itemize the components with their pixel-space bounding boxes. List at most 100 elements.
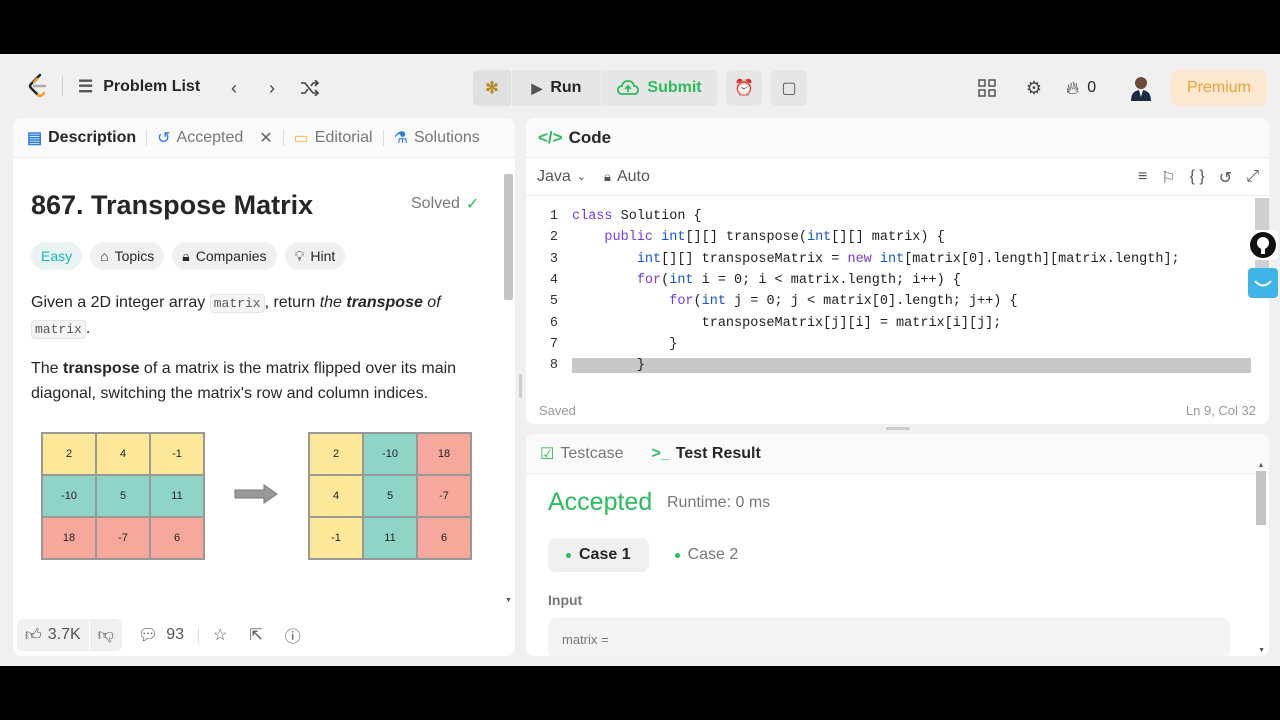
tab-divider	[282, 129, 284, 146]
chevron-right-icon: ›	[269, 77, 275, 98]
scroll-up-icon[interactable]: ▲	[1255, 462, 1267, 469]
like-count: 3.7K	[47, 626, 81, 643]
hint-chip[interactable]: 💡︎ Hint	[284, 242, 346, 270]
extension-button[interactable]	[1248, 268, 1278, 298]
leetcode-logo-icon[interactable]	[24, 72, 52, 100]
matrix-cell: 6	[417, 517, 471, 559]
desc-bold: transpose	[346, 294, 423, 311]
reset-icon[interactable]: ↺	[1219, 168, 1232, 188]
desc-text: .	[85, 320, 91, 337]
braces-icon[interactable]: { }	[1190, 168, 1205, 188]
problem-list-button[interactable]: ☰ Problem List	[78, 74, 200, 100]
settings-button[interactable]: ⚙	[1020, 74, 1048, 102]
prev-problem-button[interactable]: ‹	[220, 74, 248, 102]
line-source: for(int i = 0; i < matrix.length; i++) {	[636, 273, 961, 289]
desc-text: , return	[264, 294, 320, 311]
companies-label: Companies	[195, 248, 267, 264]
comment-icon: 💬︎	[137, 627, 159, 644]
result-tabbar: ☑ Testcase >_ Test Result	[526, 434, 1269, 474]
result-scrollbar[interactable]: ▲	[1255, 462, 1267, 640]
lightbulb-icon: 💡︎	[294, 247, 305, 264]
code-line: 1 class Solution {	[526, 206, 1269, 227]
line-source: }	[572, 358, 1251, 374]
run-submit-group: ✻ ▶ Run Submit	[473, 70, 717, 106]
companies-chip[interactable]: 🔒︎ Companies	[172, 242, 277, 270]
topics-chip[interactable]: ⌂ Topics	[90, 242, 165, 270]
tab-description[interactable]: ▤ Description	[27, 128, 136, 148]
chevron-left-icon: ‹	[231, 77, 237, 98]
desc-italic: of	[422, 294, 441, 311]
bookmark-icon[interactable]: ⚐	[1161, 168, 1175, 188]
panel-resize-handle[interactable]	[886, 427, 910, 430]
scroll-down-icon[interactable]: ▼	[1258, 647, 1265, 654]
dislike-button[interactable]: 👎︎	[88, 619, 122, 651]
avatar[interactable]	[1128, 74, 1154, 102]
input-value-box: matrix =	[548, 618, 1230, 656]
format-icon[interactable]: ≡	[1138, 168, 1147, 188]
question-circle-icon: ⓘ	[284, 629, 301, 646]
tab-solutions[interactable]: ⚗ Solutions	[394, 128, 480, 148]
next-problem-button[interactable]: ›	[258, 74, 286, 102]
random-problem-button[interactable]	[296, 74, 324, 102]
inline-code: matrix	[209, 294, 265, 313]
premium-button[interactable]: Premium	[1171, 70, 1267, 106]
code-line: 5 for(int j = 0; j < matrix[0].length; j…	[526, 291, 1269, 312]
matrix-after: 2 -10 18 4 5 -7 -1 11 6	[308, 432, 472, 560]
line-number: 1	[549, 209, 558, 225]
run-button[interactable]: ▶ Run	[511, 70, 601, 106]
code-editor[interactable]: 1 class Solution { 2 public int[][] trans…	[526, 206, 1269, 376]
case-2-tab[interactable]: Case 2	[657, 538, 757, 572]
help-button[interactable]: ⓘ	[285, 623, 301, 647]
share-button[interactable]: ⇱	[249, 625, 262, 645]
list-icon: ☰	[78, 77, 94, 96]
tab-divider	[146, 129, 148, 146]
terminal-icon: >_	[651, 444, 670, 462]
saved-status: Saved	[539, 402, 576, 418]
flask-icon: ⚗	[393, 129, 408, 147]
case-1-tab[interactable]: Case 1	[548, 538, 649, 572]
streak-counter[interactable]: 🔥︎ 0	[1066, 74, 1096, 102]
like-button[interactable]: 👍︎ 3.7K	[17, 619, 89, 651]
line-source: class Solution {	[572, 209, 702, 225]
layout-button[interactable]	[973, 74, 1001, 102]
comments-button[interactable]: 💬︎ 93	[138, 625, 184, 645]
flame-icon: 🔥︎	[1066, 77, 1080, 98]
description-paragraph: Given a 2D integer array matrix, return …	[31, 290, 491, 342]
editor-toolbar: ≡ ⚐ { } ↺ ⤢	[1138, 168, 1259, 188]
scroll-down-icon[interactable]: ▼	[505, 597, 512, 604]
share-icon: ⇱	[249, 627, 263, 644]
timer-button[interactable]: ⏰	[726, 70, 762, 106]
comment-count: 93	[166, 626, 185, 643]
runtime-label: Runtime: 0 ms	[667, 494, 771, 511]
vertical-resize-handle[interactable]	[519, 374, 522, 398]
result-panel: ☑ Testcase >_ Test Result Accepted Runtime…	[526, 434, 1269, 656]
tag-chips: Easy ⌂ Topics 🔒︎ Companies 💡︎ Hint	[31, 242, 346, 270]
matrix-cell: 18	[42, 517, 96, 559]
description-scrollbar[interactable]: ▼	[504, 174, 513, 604]
case-1-label: Case 1	[579, 546, 631, 563]
scrollbar-thumb[interactable]	[1256, 471, 1266, 525]
verdict-label: Accepted	[548, 488, 653, 516]
scrollbar-thumb[interactable]	[504, 174, 513, 300]
debug-button[interactable]: ✻	[473, 70, 511, 106]
language-select[interactable]: Java ⌄	[537, 168, 586, 186]
close-icon[interactable]: ✕	[259, 128, 272, 148]
tab-accepted[interactable]: ↺ Accepted ✕	[157, 128, 273, 148]
notes-button[interactable]: ▢	[771, 70, 807, 106]
expand-icon[interactable]: ⤢	[1246, 168, 1259, 188]
lock-icon: 🔒︎	[182, 247, 190, 264]
streak-value: 0	[1087, 79, 1097, 96]
extension-button[interactable]	[1248, 230, 1278, 260]
tab-test-result[interactable]: >_ Test Result	[651, 445, 760, 463]
tab-testcase[interactable]: ☑ Testcase	[540, 444, 623, 464]
submit-button[interactable]: Submit	[601, 70, 717, 106]
editor-status-bar: Saved Ln 9, Col 32	[526, 396, 1269, 424]
matrix-cell: -7	[96, 517, 150, 559]
tab-editorial[interactable]: ▭ Editorial	[294, 128, 373, 148]
bulb-extension-icon	[1250, 232, 1276, 258]
case-tabs: Case 1 Case 2	[548, 538, 756, 572]
favorite-button[interactable]: ☆	[213, 625, 227, 645]
auto-mode-toggle[interactable]: 🔒︎ Auto	[604, 168, 650, 186]
matrix-cell: 5	[96, 475, 150, 517]
thumbs-down-icon: 👎︎	[97, 626, 114, 644]
